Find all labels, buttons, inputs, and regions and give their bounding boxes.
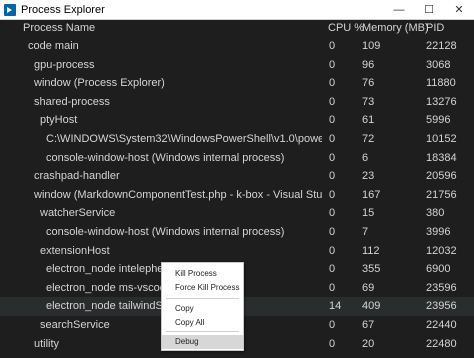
process-row[interactable]: ptyHost 0 61 5996 (0, 111, 474, 130)
process-pid: 21756 (426, 188, 457, 201)
process-pid: 11880 (426, 77, 456, 90)
process-pid: 10152 (426, 132, 457, 145)
process-cpu: 0 (329, 225, 336, 238)
context-menu: Kill Process Force Kill Process Copy Copy A… (161, 262, 244, 351)
process-cpu: 0 (329, 337, 336, 350)
process-cpu: 0 (329, 77, 336, 90)
process-row[interactable]: window (Process Explorer) 0 76 11880 (0, 74, 474, 93)
process-pid: 18384 (426, 151, 457, 164)
menu-separator (166, 331, 239, 332)
process-memory: 23 (362, 170, 375, 183)
maximize-button[interactable]: ☐ (414, 0, 444, 20)
column-header: Process Name CPU % Memory (MB) PID (0, 20, 474, 37)
process-pid: 22128 (426, 40, 457, 52)
process-memory: 15 (362, 207, 375, 220)
menu-separator (166, 298, 239, 299)
menu-item-copy-all[interactable]: Copy All (162, 316, 243, 330)
process-name: crashpad-handler (34, 170, 120, 183)
process-name: window (MarkdownComponentTest.php - k-bo… (34, 188, 322, 201)
process-name: console-window-host (Windows internal pr… (46, 225, 285, 238)
process-cpu: 0 (329, 188, 336, 201)
process-pid: 6900 (426, 263, 451, 276)
process-memory: 355 (362, 263, 381, 276)
process-pid: 3068 (426, 58, 451, 71)
process-pid: 12032 (426, 244, 457, 257)
process-pid: 5996 (426, 114, 451, 127)
process-name: console-window-host (Windows internal pr… (46, 151, 285, 164)
process-memory: 61 (362, 114, 375, 127)
process-name: extensionHost (40, 244, 110, 257)
process-name: ptyHost (40, 114, 78, 127)
process-cpu: 0 (329, 132, 336, 145)
process-name: gpu-process (34, 58, 95, 71)
process-pid: 380 (426, 207, 445, 220)
process-cpu: 0 (329, 40, 336, 52)
process-pid: 20596 (426, 170, 457, 183)
process-pid: 23956 (426, 300, 457, 313)
process-row[interactable]: C:\WINDOWS\System32\WindowsPowerShell\v1… (0, 130, 474, 149)
process-memory: 167 (362, 188, 381, 201)
process-cpu: 0 (329, 244, 336, 257)
process-cpu: 0 (329, 58, 336, 71)
process-row[interactable]: extensionHost 0 112 12032 (0, 242, 474, 261)
column-header-name[interactable]: Process Name (23, 22, 95, 34)
process-name: window (Process Explorer) (34, 77, 165, 90)
process-cpu: 0 (329, 318, 336, 331)
process-cpu: 0 (329, 114, 336, 127)
process-row[interactable]: code main 0 109 22128 (0, 37, 474, 56)
process-row[interactable]: window (MarkdownComponentTest.php - k-bo… (0, 186, 474, 205)
process-memory: 67 (362, 318, 375, 331)
process-cpu: 0 (329, 207, 336, 220)
process-name: shared-process (34, 95, 110, 108)
menu-item-kill-process[interactable]: Kill Process (162, 267, 243, 281)
process-memory: 6 (362, 151, 369, 164)
menu-item-force-kill-process[interactable]: Force Kill Process (162, 281, 243, 295)
minimize-button[interactable]: — (384, 0, 414, 20)
process-memory: 112 (362, 244, 380, 257)
process-row[interactable]: crashpad-handler 0 23 20596 (0, 167, 474, 186)
process-pid: 22440 (426, 318, 457, 331)
process-pid: 3996 (426, 225, 451, 238)
close-button[interactable]: ✕ (444, 0, 474, 20)
process-memory: 7 (362, 225, 369, 238)
process-memory: 96 (362, 58, 375, 71)
process-name: C:\WINDOWS\System32\WindowsPowerShell\v1… (46, 132, 322, 145)
process-memory: 20 (362, 337, 375, 350)
process-row[interactable]: shared-process 0 73 13276 (0, 93, 474, 112)
menu-item-debug[interactable]: Debug (162, 335, 243, 349)
column-header-pid[interactable]: PID (426, 22, 444, 34)
process-cpu: 0 (329, 281, 336, 294)
menu-item-copy[interactable]: Copy (162, 302, 243, 316)
app-icon (4, 3, 16, 16)
process-memory: 76 (362, 77, 375, 90)
process-memory: 73 (362, 95, 375, 108)
process-cpu: 0 (329, 151, 336, 164)
column-header-memory[interactable]: Memory (MB) (362, 22, 429, 34)
window-title: Process Explorer (21, 3, 105, 16)
process-name: code main (28, 40, 79, 52)
process-row[interactable]: console-window-host (Windows internal pr… (0, 223, 474, 242)
process-pid: 23596 (426, 281, 457, 294)
column-header-cpu[interactable]: CPU % (328, 22, 364, 34)
process-row[interactable]: watcherService 0 15 380 (0, 204, 474, 223)
process-cpu: 0 (329, 170, 336, 183)
process-cpu: 0 (329, 95, 336, 108)
process-memory: 409 (362, 300, 381, 313)
process-row[interactable]: console-window-host (Windows internal pr… (0, 149, 474, 168)
process-cpu: 14 (329, 300, 342, 313)
process-cpu: 0 (329, 263, 336, 276)
process-name: watcherService (40, 207, 116, 220)
process-pid: 13276 (426, 95, 457, 108)
title-bar: Process Explorer — ☐ ✕ (0, 0, 474, 20)
process-memory: 109 (362, 40, 381, 52)
process-memory: 69 (362, 281, 375, 294)
process-memory: 72 (362, 132, 375, 145)
process-row[interactable]: gpu-process 0 96 3068 (0, 56, 474, 75)
process-pid: 22480 (426, 337, 457, 350)
